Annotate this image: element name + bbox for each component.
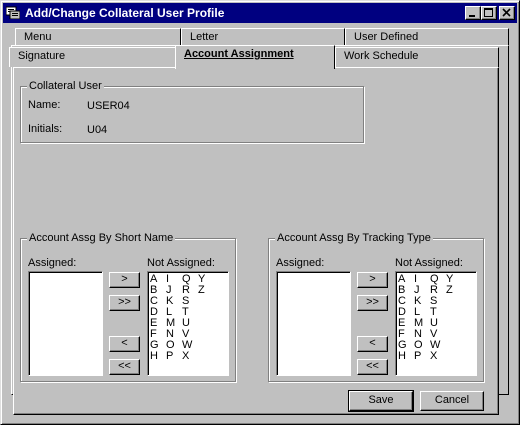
short-name-remove-all-button[interactable]: << — [109, 359, 140, 375]
initials-label: Initials: — [28, 123, 63, 135]
short-name-add-button[interactable]: > — [109, 272, 140, 288]
tab-signature[interactable]: Signature — [9, 47, 177, 67]
list-item[interactable]: HPX — [150, 351, 214, 362]
short-name-assigned-list[interactable] — [28, 271, 103, 376]
short-name-letter: P — [166, 350, 174, 362]
name-value: USER04 — [87, 100, 130, 112]
collateral-user-group-title: Collateral User — [27, 80, 104, 92]
short-name-not-assigned-items: AIQYBJRZCKSDLTEMUFNVGOWHPX — [150, 274, 214, 362]
short-name-letter: H — [150, 350, 158, 362]
tab-user-defined-label: User Defined — [354, 31, 419, 43]
tab-work-schedule-label: Work Schedule — [344, 50, 419, 62]
tracking-type-not-assigned-label: Not Assigned: — [395, 257, 463, 269]
tracking-type-group-title: Account Assg By Tracking Type — [275, 232, 433, 244]
tracking-type-letter: X — [430, 350, 438, 362]
short-name-letter: Z — [198, 284, 205, 296]
name-label: Name: — [28, 99, 61, 111]
tracking-type-assigned-list[interactable] — [276, 271, 351, 376]
initials-value: U04 — [87, 124, 108, 136]
short-name-letter: X — [182, 350, 190, 362]
tracking-type-add-button[interactable]: > — [357, 272, 388, 288]
tracking-type-remove-button[interactable]: < — [357, 336, 388, 352]
short-name-assigned-label: Assigned: — [28, 257, 77, 269]
app-icon — [6, 6, 20, 19]
short-name-add-all-button[interactable]: >> — [109, 295, 140, 311]
tab-menu-label: Menu — [24, 31, 52, 43]
tracking-type-letter: H — [398, 350, 406, 362]
maximize-button[interactable] — [481, 6, 497, 20]
tab-work-schedule[interactable]: Work Schedule — [335, 47, 499, 67]
tracking-type-letter: Z — [446, 284, 453, 296]
tracking-type-add-all-button[interactable]: >> — [357, 295, 388, 311]
short-name-group-title: Account Assg By Short Name — [27, 232, 176, 244]
short-name-not-assigned-list[interactable]: AIQYBJRZCKSDLTEMUFNVGOWHPX — [147, 271, 229, 376]
tab-letter-label: Letter — [190, 31, 219, 43]
tracking-type-not-assigned-items: AIQYBJRZCKSDLTEMUFNVGOWHPX — [398, 274, 462, 362]
window-title: Add/Change Collateral User Profile — [25, 6, 225, 20]
tab-signature-label: Signature — [18, 50, 66, 62]
tracking-type-not-assigned-list[interactable]: AIQYBJRZCKSDLTEMUFNVGOWHPX — [395, 271, 477, 376]
dialog-window: Add/Change Collateral User Profile Menu … — [0, 0, 520, 425]
collateral-user-group: Collateral User Name: USER04 Initials: U… — [20, 80, 364, 143]
tracking-type-assigned-label: Assigned: — [276, 257, 325, 269]
tab-account-assignment[interactable]: Account Assignment — [175, 45, 335, 69]
close-icon — [502, 8, 511, 17]
minimize-icon — [469, 15, 475, 17]
short-name-not-assigned-label: Not Assigned: — [147, 257, 215, 269]
title-bar[interactable]: Add/Change Collateral User Profile — [3, 3, 517, 23]
tracking-type-letter: P — [414, 350, 422, 362]
maximize-icon — [484, 8, 493, 17]
tab-account-assignment-label: Account Assignment — [184, 48, 294, 60]
list-item[interactable]: HPX — [398, 351, 462, 362]
short-name-group: Account Assg By Short Name Assigned: Not… — [20, 232, 236, 382]
tracking-type-group: Account Assg By Tracking Type Assigned: … — [268, 232, 484, 382]
cancel-button[interactable]: Cancel — [420, 391, 484, 411]
short-name-remove-button[interactable]: < — [109, 336, 140, 352]
save-button[interactable]: Save — [348, 390, 414, 412]
minimize-button[interactable] — [465, 6, 481, 20]
close-button[interactable] — [499, 6, 515, 20]
tracking-type-remove-all-button[interactable]: << — [357, 359, 388, 375]
